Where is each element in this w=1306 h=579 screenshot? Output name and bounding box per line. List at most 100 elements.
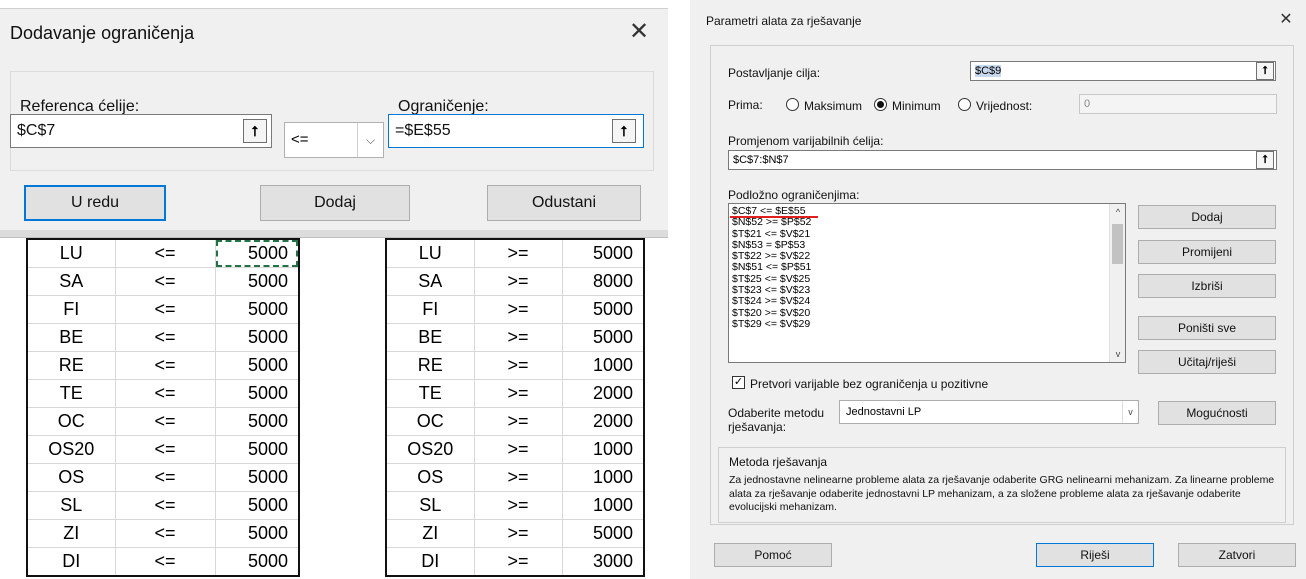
row-label-cell[interactable]: OC (386, 407, 475, 436)
value-cell[interactable]: 5000 (215, 407, 300, 436)
chevron-down-icon[interactable]: v (1122, 401, 1138, 423)
operator-cell[interactable]: >= (474, 295, 563, 324)
nonnegative-checkbox[interactable]: ✓ (732, 376, 745, 389)
operator-cell[interactable]: >= (474, 463, 563, 492)
value-cell[interactable]: 5000 (562, 239, 645, 268)
row-label-cell[interactable]: TE (386, 379, 475, 408)
row-label-cell[interactable]: OS (386, 463, 475, 492)
row-label-cell[interactable]: SA (386, 267, 475, 296)
operator-cell[interactable]: >= (474, 239, 563, 268)
value-cell[interactable]: 5000 (215, 239, 300, 268)
row-label-cell[interactable]: OS20 (386, 435, 475, 464)
delete-constraint-button[interactable]: Izbriši (1138, 274, 1276, 298)
row-label-cell[interactable]: TE (27, 379, 116, 408)
row-label-cell[interactable]: LU (386, 239, 475, 268)
value-cell[interactable]: 5000 (215, 267, 300, 296)
close-icon[interactable]: ✕ (1274, 8, 1298, 32)
row-label-cell[interactable]: LU (27, 239, 116, 268)
operator-select[interactable]: <= ⌵ (284, 122, 384, 158)
row-label-cell[interactable]: DI (27, 547, 116, 577)
maximum-radio[interactable] (786, 98, 799, 111)
objective-input[interactable]: $C$9 (970, 61, 1276, 81)
row-label-cell[interactable]: OC (27, 407, 116, 436)
operator-cell[interactable]: <= (115, 239, 216, 268)
value-cell[interactable]: 5000 (215, 547, 300, 577)
value-cell[interactable]: 1000 (562, 491, 645, 520)
operator-cell[interactable]: >= (474, 379, 563, 408)
operator-cell[interactable]: <= (115, 407, 216, 436)
value-cell[interactable]: 1000 (562, 435, 645, 464)
operator-cell[interactable]: <= (115, 491, 216, 520)
operator-cell[interactable]: <= (115, 547, 216, 577)
value-cell[interactable]: 5000 (215, 323, 300, 352)
constraints-list[interactable]: $C$7 <= $E$55 $N$52 >= $P$52 $T$21 <= $V$2… (728, 203, 1126, 363)
operator-cell[interactable]: <= (115, 379, 216, 408)
scroll-down-icon[interactable]: v (1110, 346, 1125, 362)
value-cell[interactable]: 5000 (215, 463, 300, 492)
row-label-cell[interactable]: BE (27, 323, 116, 352)
add-constraint-button[interactable]: Dodaj (1138, 205, 1276, 229)
chevron-down-icon[interactable]: ⌵ (357, 123, 383, 157)
solving-method-select[interactable]: Jednostavni LP v (839, 400, 1139, 424)
value-cell[interactable]: 2000 (562, 407, 645, 436)
row-label-cell[interactable]: SA (27, 267, 116, 296)
operator-cell[interactable]: >= (474, 407, 563, 436)
row-label-cell[interactable]: SL (27, 491, 116, 520)
constraint-input[interactable]: =$E$55 (388, 114, 644, 148)
value-cell[interactable]: 5000 (215, 435, 300, 464)
row-label-cell[interactable]: OS20 (27, 435, 116, 464)
value-cell[interactable]: 5000 (215, 295, 300, 324)
ok-button[interactable]: U redu (24, 185, 166, 221)
minimum-radio[interactable] (874, 98, 887, 111)
row-label-cell[interactable]: DI (386, 547, 475, 577)
collapse-dialog-icon[interactable]: ⭡ (1256, 62, 1274, 80)
value-cell[interactable]: 8000 (562, 267, 645, 296)
collapse-dialog-icon[interactable]: ⭡ (612, 119, 636, 143)
value-cell[interactable]: 1000 (562, 463, 645, 492)
close-button[interactable]: Zatvori (1178, 543, 1296, 567)
operator-cell[interactable]: >= (474, 519, 563, 548)
help-button[interactable]: Pomoć (714, 543, 832, 567)
operator-cell[interactable]: <= (115, 267, 216, 296)
operator-cell[interactable]: >= (474, 435, 563, 464)
value-cell[interactable]: 5000 (215, 379, 300, 408)
row-label-cell[interactable]: FI (386, 295, 475, 324)
collapse-dialog-icon[interactable]: ⭡ (1256, 151, 1274, 169)
operator-cell[interactable]: <= (115, 351, 216, 380)
scrollbar[interactable]: ^ v (1109, 204, 1125, 362)
options-button[interactable]: Mogućnosti (1158, 401, 1276, 425)
operator-cell[interactable]: <= (115, 295, 216, 324)
value-cell[interactable]: 1000 (562, 351, 645, 380)
constraint-item[interactable]: $N$52 >= $P$52 (732, 216, 1125, 228)
operator-cell[interactable]: >= (474, 267, 563, 296)
operator-cell[interactable]: <= (115, 463, 216, 492)
row-label-cell[interactable]: BE (386, 323, 475, 352)
value-cell[interactable]: 5000 (562, 295, 645, 324)
value-cell[interactable]: 5000 (562, 323, 645, 352)
cell-reference-input[interactable]: $C$7 (10, 114, 272, 148)
solve-button[interactable]: Riješi (1036, 543, 1154, 567)
value-cell[interactable]: 5000 (562, 519, 645, 548)
add-button[interactable]: Dodaj (260, 185, 410, 221)
row-label-cell[interactable]: RE (386, 351, 475, 380)
close-icon[interactable]: ✕ (624, 17, 654, 47)
collapse-dialog-icon[interactable]: ⭡ (243, 119, 267, 143)
value-cell[interactable]: 2000 (562, 379, 645, 408)
change-constraint-button[interactable]: Promijeni (1138, 240, 1276, 264)
operator-cell[interactable]: >= (474, 351, 563, 380)
row-label-cell[interactable]: OS (27, 463, 116, 492)
operator-cell[interactable]: <= (115, 323, 216, 352)
operator-cell[interactable]: <= (115, 519, 216, 548)
load-save-button[interactable]: Učitaj/riješi (1138, 350, 1276, 374)
cancel-button[interactable]: Odustani (487, 185, 641, 221)
constraint-item[interactable]: $T$24 >= $V$24 (732, 296, 1125, 308)
value-of-input[interactable]: 0 (1079, 94, 1277, 114)
operator-cell[interactable]: >= (474, 323, 563, 352)
variables-input[interactable]: $C$7:$N$7 (728, 150, 1277, 170)
value-cell[interactable]: 5000 (215, 491, 300, 520)
scroll-thumb[interactable] (1112, 224, 1123, 264)
value-cell[interactable]: 3000 (562, 547, 645, 577)
value-cell[interactable]: 5000 (215, 351, 300, 380)
row-label-cell[interactable]: RE (27, 351, 116, 380)
row-label-cell[interactable]: ZI (27, 519, 116, 548)
